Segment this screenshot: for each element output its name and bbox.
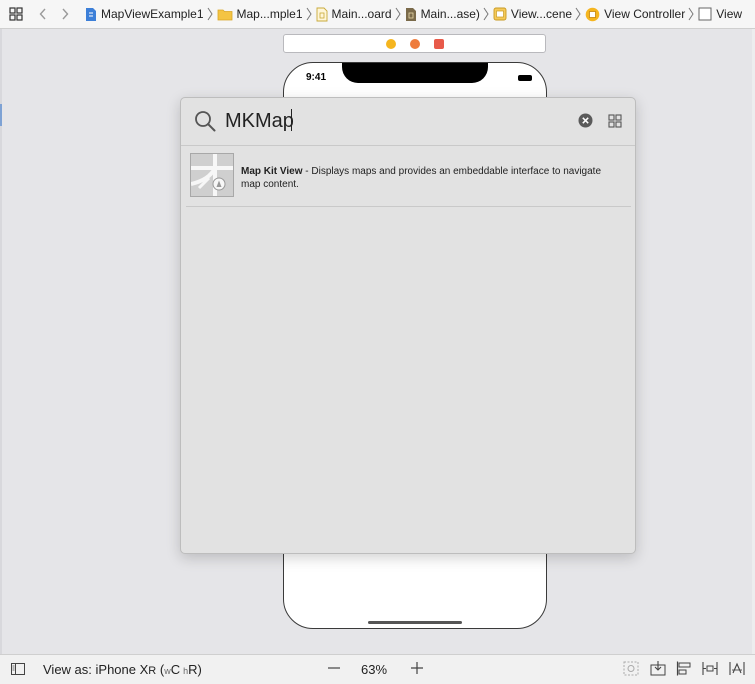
breadcrumb-label: View Controller [604,7,686,21]
update-frames-icon[interactable] [623,661,639,679]
breadcrumb-label: Main...ase) [420,7,480,21]
breadcrumb-separator-icon [575,7,581,21]
forward-chevron-icon[interactable] [61,8,69,20]
grid-view-toggle-icon[interactable] [608,114,622,133]
breadcrumb-storyboard[interactable]: Main...oard [316,7,392,22]
view-controller-dock-icon[interactable] [385,38,396,49]
breadcrumb-separator-icon [688,7,694,21]
search-icon [194,110,216,137]
library-result-row[interactable]: Map Kit View - Displays maps and provide… [186,147,631,207]
breadcrumb-view[interactable]: View [698,7,742,21]
breadcrumb-storyboard-base[interactable]: Main...ase) [405,7,480,22]
library-result-text: Map Kit View - Displays maps and provide… [241,165,611,191]
zoom-out-icon[interactable] [327,661,341,678]
breadcrumb-label: Map...mple1 [236,7,303,21]
status-bar-time: 9:41 [306,72,327,83]
scene-icon [493,7,507,21]
view-controller-icon [585,7,600,21]
resolve-auto-layout-issues-icon[interactable] [729,661,745,679]
view-icon [698,7,712,21]
breadcrumb-separator-icon [395,7,401,21]
breadcrumb-separator-icon [306,7,312,21]
zoom-level: 63% [361,662,388,677]
scene-dock[interactable] [283,34,546,53]
view-as-paren-open: ( [156,662,165,677]
project-file-icon [86,7,96,21]
clear-search-icon[interactable] [578,113,593,133]
object-library-popover: Map Kit View - Displays maps and provide… [180,97,636,554]
map-kit-view-icon [190,153,234,197]
breadcrumb-folder[interactable]: Map...mple1 [217,7,303,21]
breadcrumb-label: View [716,7,743,21]
storyboard-base-icon [405,7,416,21]
related-items-grid-icon[interactable] [9,7,23,21]
home-indicator [368,621,462,624]
text-caret [291,109,292,131]
breadcrumb-label: Main...oard [331,7,392,21]
size-class-w-value: C [170,662,181,677]
align-icon[interactable] [676,661,692,679]
device-notch [342,63,488,83]
view-as-paren-close: ) [197,662,202,677]
jump-bar: MapViewExample1 Map...mple1 Main...oard … [0,0,755,29]
add-new-constraints-icon[interactable] [702,661,718,679]
back-chevron-icon[interactable] [39,8,47,20]
view-as-device-button[interactable]: View as: iPhone XR (wC hR) [43,662,202,677]
zoom-in-icon[interactable] [410,661,424,678]
breadcrumb-separator-icon [483,7,489,21]
first-responder-dock-icon[interactable] [409,38,420,49]
library-search-input[interactable] [225,108,525,134]
gutter-selection-marker [0,104,2,126]
battery-icon [518,75,532,81]
breadcrumb-project[interactable]: MapViewExample1 [85,7,204,22]
view-as-label: View as: iPhone X [43,662,149,677]
library-result-title: Map Kit View [241,166,303,177]
breadcrumb-scene[interactable]: View...cene [493,7,572,21]
breadcrumb-label: MapViewExample1 [101,7,204,21]
library-search-row [181,98,635,146]
embed-in-icon[interactable] [650,661,666,679]
document-outline-toggle-icon[interactable] [11,663,25,678]
canvas-bottom-bar: View as: iPhone XR (wC hR) 63% [0,654,755,684]
breadcrumb-view-controller[interactable]: View Controller [585,7,685,22]
folder-icon [217,9,232,20]
breadcrumb-label: View...cene [510,7,573,21]
exit-dock-icon[interactable] [433,38,444,49]
breadcrumb-separator-icon [207,7,213,21]
storyboard-file-icon [316,7,327,21]
